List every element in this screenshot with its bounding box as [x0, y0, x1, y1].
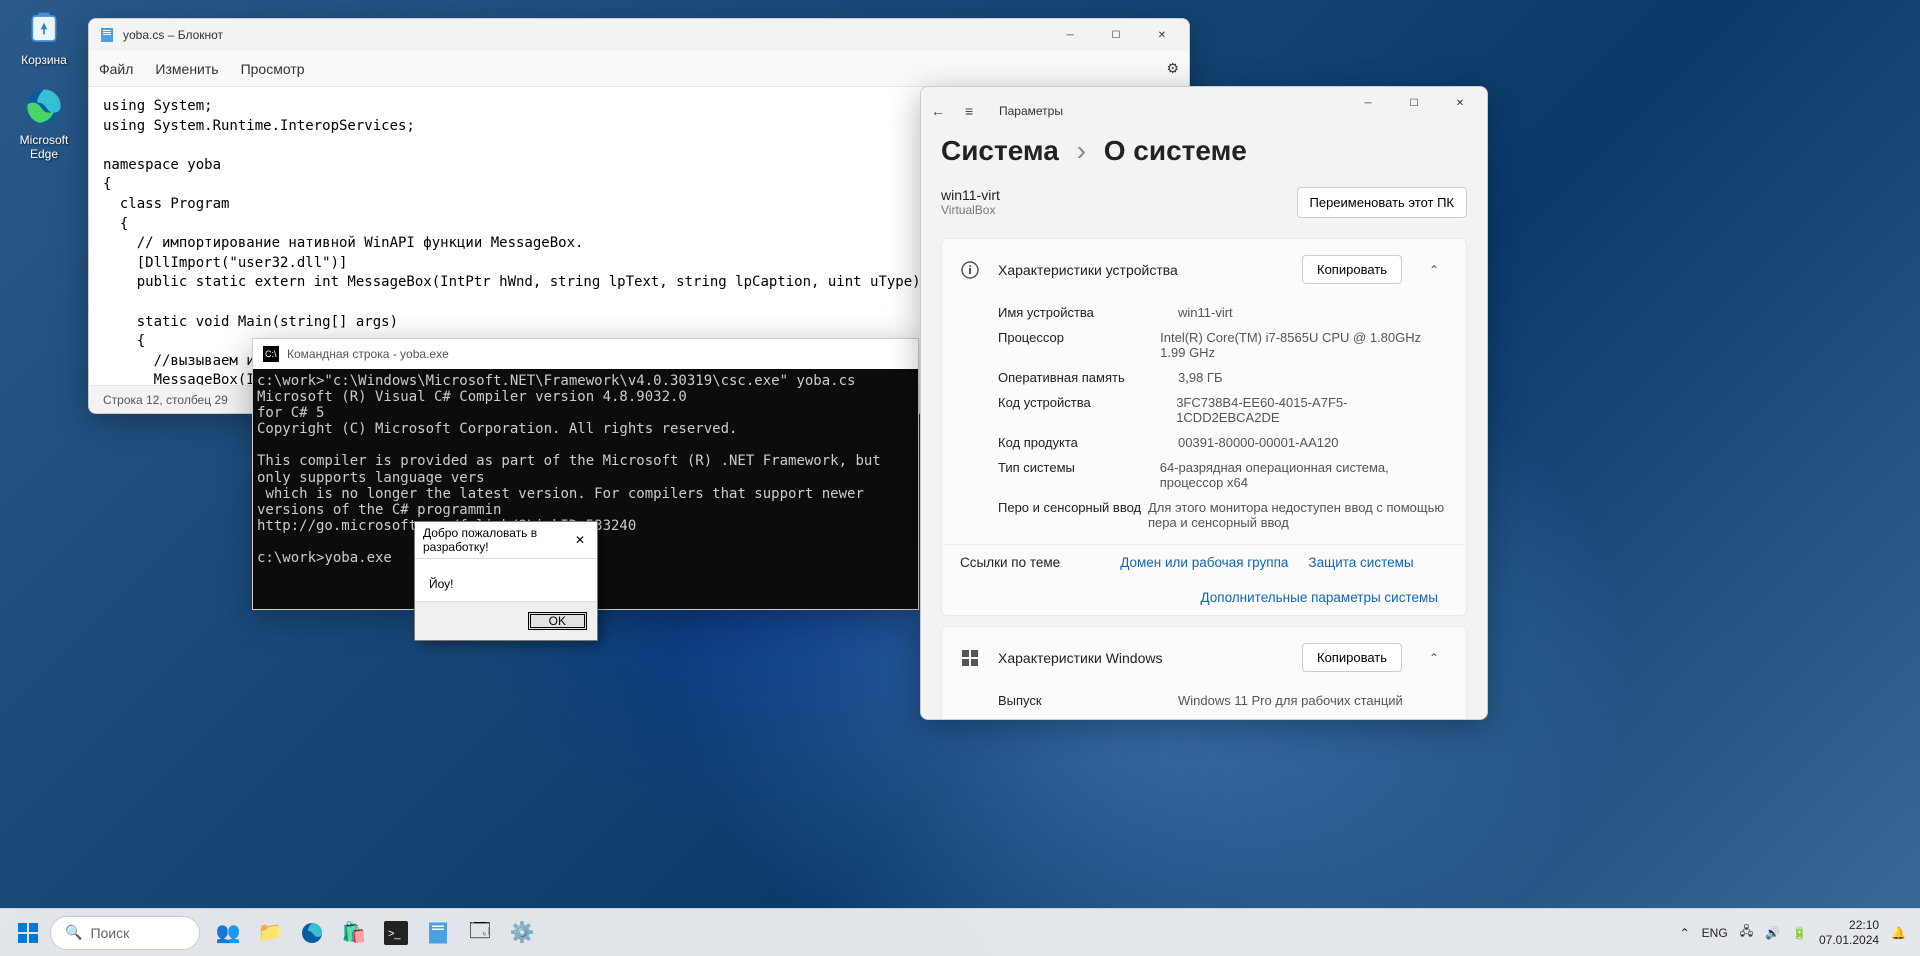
- desktop-icon-edge[interactable]: Microsoft Edge: [6, 86, 82, 161]
- taskbar-notepad-icon[interactable]: [418, 913, 458, 953]
- spec-key: Процессор: [998, 330, 1160, 360]
- taskbar-settings-icon[interactable]: ⚙️: [502, 913, 542, 953]
- link-domain[interactable]: Домен или рабочая группа: [1120, 555, 1288, 570]
- messagebox-dialog: Добро пожаловать в разработку! ✕ Йоу! OK: [414, 521, 598, 641]
- settings-gear-icon[interactable]: ⚙: [1166, 60, 1179, 77]
- spec-key: Тип системы: [998, 460, 1160, 490]
- taskbar: 🔍 Поиск 👥 📁 🛍️ >_ 🗔 ⚙️ ⌃ ENG 🖧 🔊 🔋 22:10…: [0, 908, 1920, 956]
- taskbar-store-icon[interactable]: 🛍️: [334, 913, 374, 953]
- crumb-system[interactable]: Система: [941, 135, 1059, 166]
- start-button[interactable]: [8, 913, 48, 953]
- menu-edit[interactable]: Изменить: [155, 61, 218, 77]
- spec-key: Код продукта: [998, 435, 1178, 450]
- spec-key: Перо и сенсорный ввод: [998, 500, 1148, 530]
- spec-value: Intel(R) Core(TM) i7-8565U CPU @ 1.80GHz…: [1160, 330, 1448, 360]
- notepad-menubar: Файл Изменить Просмотр ⚙: [89, 51, 1189, 87]
- tray-volume-icon[interactable]: 🔊: [1765, 926, 1780, 940]
- tray-time: 22:10: [1819, 918, 1879, 932]
- messagebox-text: Йоу!: [415, 559, 597, 601]
- back-button[interactable]: ←: [931, 103, 951, 119]
- svg-text:>_: >_: [388, 928, 401, 940]
- tray-battery-icon[interactable]: 🔋: [1792, 926, 1807, 940]
- windows-specs-title: Характеристики Windows: [998, 650, 1284, 666]
- spec-value: 23H2: [1178, 718, 1209, 719]
- settings-window: ─ ☐ ✕ ← ≡ Параметры Система › О системе …: [920, 86, 1488, 720]
- minimize-button[interactable]: ─: [1047, 19, 1093, 51]
- desktop-icon-label: Microsoft Edge: [6, 133, 82, 161]
- notepad-icon: [99, 27, 115, 43]
- device-specs-card: Характеристики устройства Копировать ⌃ И…: [941, 238, 1467, 616]
- cmd-icon: C:\: [263, 346, 279, 362]
- spec-key: Выпуск: [998, 693, 1178, 708]
- tray-network-icon[interactable]: 🖧: [1740, 922, 1753, 943]
- copy-button[interactable]: Копировать: [1302, 643, 1402, 672]
- windows-specs-card: Характеристики Windows Копировать ⌃ Выпу…: [941, 626, 1467, 719]
- search-icon: 🔍: [65, 924, 82, 941]
- taskbar-edge-icon[interactable]: [292, 913, 332, 953]
- link-advanced[interactable]: Дополнительные параметры системы: [1200, 590, 1438, 605]
- desktop-icon-label: Корзина: [6, 53, 82, 67]
- host-sub: VirtualBox: [941, 203, 1000, 217]
- spec-value: 3FC738B4-EE60-4015-A7F5-1CDD2EBCA2DE: [1176, 395, 1448, 425]
- spec-key: Код устройства: [998, 395, 1176, 425]
- device-specs-title: Характеристики устройства: [998, 262, 1284, 278]
- cmd-titlebar[interactable]: C:\ Командная строка - yoba.exe: [253, 339, 918, 369]
- settings-nav: ← ≡ Параметры: [921, 91, 1487, 131]
- crumb-about: О системе: [1104, 135, 1247, 166]
- spec-value: 64-разрядная операционная система, проце…: [1160, 460, 1448, 490]
- ok-button[interactable]: OK: [528, 612, 587, 630]
- chevron-right-icon: ›: [1077, 135, 1086, 166]
- search-placeholder: Поиск: [90, 925, 129, 941]
- info-icon: [960, 260, 980, 280]
- windows-icon: [960, 648, 980, 668]
- edge-icon: [24, 86, 64, 126]
- taskbar-app-icon[interactable]: 🗔: [460, 913, 500, 953]
- tray-notifications-icon[interactable]: 🔔: [1891, 926, 1906, 940]
- spec-key: Оперативная память: [998, 370, 1178, 385]
- tray-language[interactable]: ENG: [1702, 926, 1728, 940]
- taskbar-cmd-icon[interactable]: >_: [376, 913, 416, 953]
- notepad-titlebar[interactable]: yoba.cs – Блокнот ─ ☐ ✕: [89, 19, 1189, 51]
- copy-button[interactable]: Копировать: [1302, 255, 1402, 284]
- desktop-icon-recycle-bin[interactable]: Корзина: [6, 6, 82, 67]
- chevron-up-icon[interactable]: ⌃: [1420, 263, 1448, 277]
- notepad-title: yoba.cs – Блокнот: [123, 28, 1047, 42]
- tray-date: 07.01.2024: [1819, 933, 1879, 947]
- link-protection[interactable]: Защита системы: [1308, 555, 1413, 570]
- menu-view[interactable]: Просмотр: [241, 61, 305, 77]
- cmd-title: Командная строка - yoba.exe: [287, 347, 914, 361]
- app-title: Параметры: [999, 104, 1063, 118]
- close-button[interactable]: ✕: [1139, 19, 1185, 51]
- spec-key: Версия: [998, 718, 1178, 719]
- tray-clock[interactable]: 22:10 07.01.2024: [1819, 918, 1879, 947]
- spec-value: 3,98 ГБ: [1178, 370, 1222, 385]
- cursor-position: Строка 12, столбец 29: [103, 393, 228, 407]
- close-icon[interactable]: ✕: [571, 533, 589, 547]
- recycle-bin-icon: [24, 6, 64, 46]
- search-input[interactable]: 🔍 Поиск: [50, 916, 200, 950]
- taskbar-people-icon[interactable]: 👥: [208, 913, 248, 953]
- spec-value: Windows 11 Pro для рабочих станций: [1178, 693, 1403, 708]
- messagebox-title: Добро пожаловать в разработку!: [423, 526, 571, 554]
- taskbar-explorer-icon[interactable]: 📁: [250, 913, 290, 953]
- spec-value: win11-virt: [1178, 305, 1233, 320]
- svg-text:C:\: C:\: [265, 349, 277, 359]
- rename-pc-button[interactable]: Переименовать этот ПК: [1297, 187, 1468, 218]
- messagebox-titlebar[interactable]: Добро пожаловать в разработку! ✕: [415, 522, 597, 559]
- maximize-button[interactable]: ☐: [1093, 19, 1139, 51]
- settings-content: win11-virt VirtualBox Переименовать этот…: [921, 177, 1487, 719]
- breadcrumb: Система › О системе: [921, 131, 1487, 177]
- hamburger-icon[interactable]: ≡: [965, 103, 985, 119]
- spec-value: Для этого монитора недоступен ввод с пом…: [1148, 500, 1448, 530]
- menu-file[interactable]: Файл: [99, 61, 133, 77]
- windows-start-icon: [16, 921, 40, 945]
- spec-key: Имя устройства: [998, 305, 1178, 320]
- chevron-up-icon[interactable]: ⌃: [1420, 651, 1448, 665]
- spec-value: 00391-80000-00001-AA120: [1178, 435, 1338, 450]
- tray-chevron-up-icon[interactable]: ⌃: [1680, 926, 1690, 940]
- links-label: Ссылки по теме: [960, 555, 1060, 570]
- system-tray: ⌃ ENG 🖧 🔊 🔋 22:10 07.01.2024 🔔: [1680, 918, 1912, 947]
- host-name: win11-virt: [941, 187, 1000, 203]
